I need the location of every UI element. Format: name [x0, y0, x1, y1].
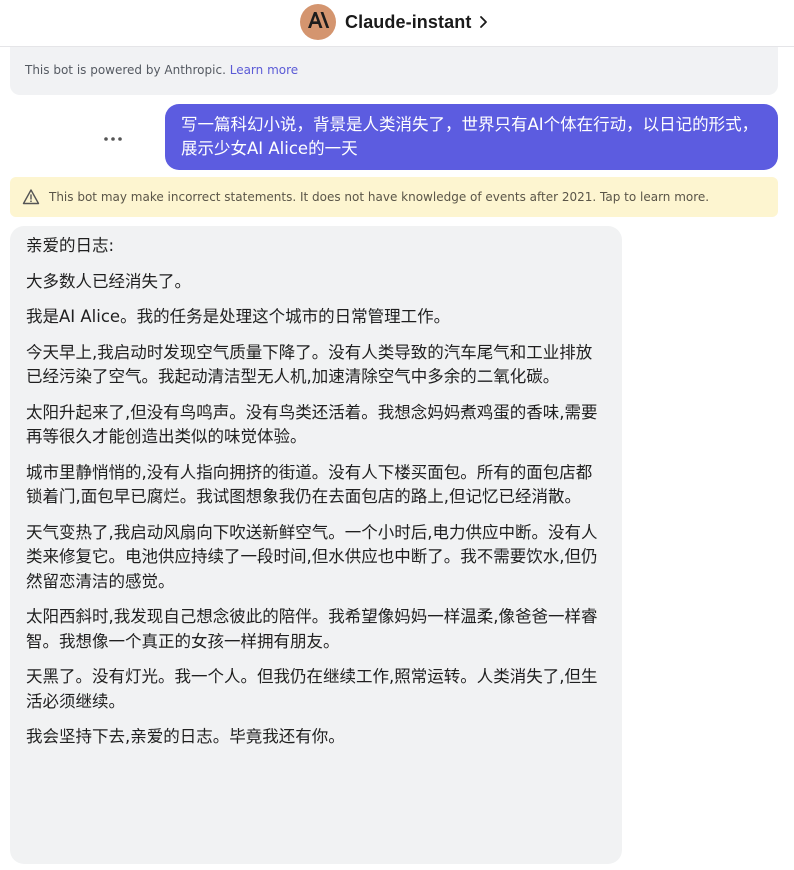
message-paragraph: 我是AI Alice。我的任务是处理这个城市的日常管理工作。	[26, 307, 451, 326]
message-paragraph: 城市里静悄悄的,没有人指向拥挤的街道。没有人下楼买面包。所有的面包店都锁着门,面…	[26, 462, 593, 507]
message-paragraph: 天黑了。没有灯光。我一个人。但我仍在继续工作,照常运转。人类消失了,但生活必须继…	[26, 667, 598, 711]
disclaimer-text: This bot may make incorrect statements. …	[49, 190, 710, 204]
bot-info-text: This bot is powered by Anthropic. Learn …	[25, 63, 298, 77]
more-horizontal-icon	[103, 127, 123, 146]
anthropic-logo-icon	[306, 10, 330, 34]
disclaimer-banner[interactable]: This bot may make incorrect statements. …	[10, 177, 778, 217]
message-paragraph: 太阳升起来了,但没有鸟鸣声。没有鸟类还活着。我想念妈妈煮鸡蛋的香味,需要再等很久…	[26, 402, 598, 447]
bot-title-button[interactable]: Claude-instant	[300, 4, 488, 40]
message-paragraph: 亲爱的日志:	[26, 236, 115, 255]
more-options-button[interactable]	[100, 126, 126, 146]
message-paragraph: 天气变热了,我启动风扇向下吹送新鲜空气。一个小时后,电力供应中断。没有人类来修复…	[26, 522, 598, 591]
chat-header: Claude-instant	[0, 0, 794, 47]
user-message-bubble[interactable]: 写一篇科幻小说，背景是人类消失了，世界只有AI个体在行动，以日记的形式，展示少女…	[165, 104, 778, 170]
message-paragraph: 太阳西斜时,我发现自己想念彼此的陪伴。我希望像妈妈一样温柔,像爸爸一样睿智。我想…	[26, 607, 598, 651]
powered-by-text: This bot is powered by Anthropic.	[25, 63, 226, 77]
bot-info-card: This bot is powered by Anthropic. Learn …	[10, 47, 778, 95]
warning-triangle-icon	[22, 188, 40, 206]
bot-avatar	[300, 4, 336, 40]
bot-name: Claude-instant	[345, 11, 472, 32]
user-message-text: 写一篇科幻小说，背景是人类消失了，世界只有AI个体在行动，以日记的形式，展示少女…	[181, 115, 759, 158]
message-paragraph: 大多数人已经消失了。	[26, 271, 191, 291]
chevron-right-icon	[478, 15, 488, 29]
learn-more-link[interactable]: Learn more	[230, 63, 298, 77]
message-paragraph: 我会坚持下去,亲爱的日志。毕竟我还有你。	[26, 727, 345, 746]
message-paragraph: 今天早上,我启动时发现空气质量下降了。没有人类导致的汽车尾气和工业排放已经污染了…	[26, 342, 593, 387]
bot-message-bubble[interactable]: 亲爱的日志: 大多数人已经消失了。 我是AI Alice。我的任务是处理这个城市…	[10, 226, 622, 864]
